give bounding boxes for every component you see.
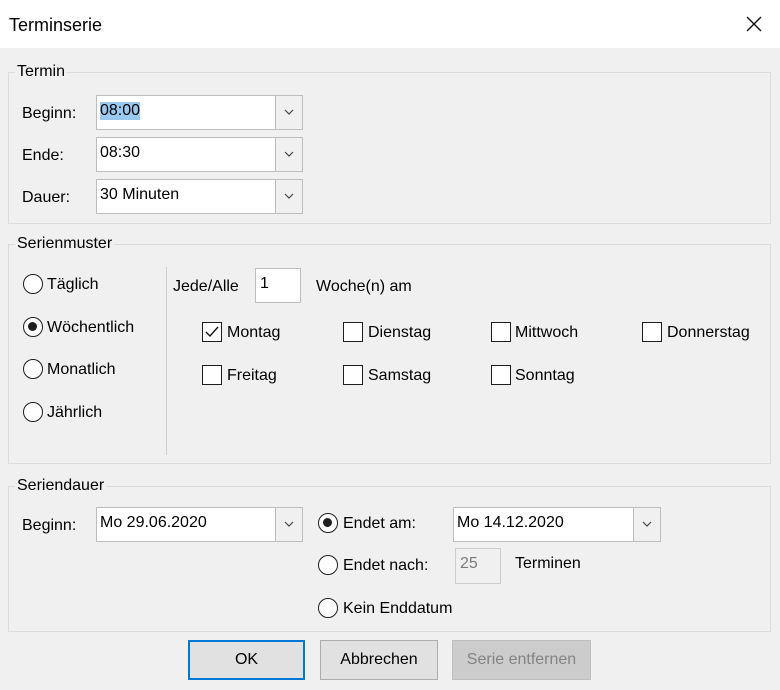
checkbox-sunday-label[interactable]: Sonntag [515, 367, 575, 385]
end-by-date-value[interactable]: Mo 14.12.2020 [457, 514, 564, 532]
end-time-dropdown-button[interactable] [275, 138, 302, 171]
checkbox-tuesday[interactable] [343, 322, 363, 342]
every-label: Jede/Alle [173, 278, 239, 295]
end-after-occurrences-input[interactable]: 25 [455, 548, 501, 584]
termin-group: Termin Beginn: 08:00 Ende: 08:30 Dauer: … [8, 63, 771, 224]
radio-no-end-date[interactable] [318, 598, 338, 618]
start-time-label: Beginn: [22, 105, 77, 122]
range-start-dropdown-button[interactable] [275, 508, 302, 541]
chevron-down-icon [284, 193, 294, 199]
every-input[interactable]: 1 [255, 268, 301, 303]
radio-daily[interactable] [23, 274, 43, 294]
title-bar: Terminserie [0, 0, 780, 48]
checkbox-tuesday-label[interactable]: Dienstag [368, 324, 431, 342]
termin-legend: Termin [15, 63, 68, 81]
checkbox-wednesday-label[interactable]: Mittwoch [515, 324, 578, 342]
range-start-label: Beginn: [22, 517, 77, 534]
chevron-down-icon [284, 151, 294, 157]
checkbox-friday-label[interactable]: Freitag [227, 367, 277, 385]
radio-no-end-date-label[interactable]: Kein Enddatum [343, 600, 452, 618]
chevron-down-icon [284, 521, 294, 527]
weeks-suffix-label: Woche(n) am [316, 278, 412, 295]
radio-end-by-label[interactable]: Endet am: [343, 515, 416, 533]
every-value[interactable]: 1 [260, 275, 269, 293]
close-icon [746, 16, 762, 32]
end-after-occurrences-value[interactable]: 25 [460, 555, 478, 573]
recurrence-pattern-group: Serienmuster Täglich Wöchentlich Monatli… [8, 235, 771, 464]
end-by-date-dropdown-button[interactable] [633, 508, 660, 541]
ok-button[interactable]: OK [188, 640, 305, 680]
close-button[interactable] [738, 8, 770, 40]
radio-end-by[interactable] [318, 513, 338, 533]
occurrences-label: Terminen [515, 555, 581, 572]
recurrence-pattern-legend: Serienmuster [15, 235, 115, 253]
radio-yearly[interactable] [23, 402, 43, 422]
recurrence-range-legend: Seriendauer [15, 477, 107, 495]
checkbox-saturday[interactable] [343, 365, 363, 385]
radio-end-after[interactable] [318, 555, 338, 575]
end-by-date-combo[interactable]: Mo 14.12.2020 [453, 507, 661, 542]
dialog-title: Terminserie [9, 15, 103, 35]
checkbox-sunday[interactable] [491, 365, 511, 385]
checkbox-monday-label[interactable]: Montag [227, 324, 280, 342]
duration-value[interactable]: 30 Minuten [100, 186, 179, 204]
checkbox-thursday-label[interactable]: Donnerstag [667, 324, 750, 342]
end-time-label: Ende: [22, 147, 64, 164]
radio-monthly[interactable] [23, 359, 43, 379]
radio-daily-label[interactable]: Täglich [47, 276, 99, 294]
start-time-combo[interactable]: 08:00 [96, 95, 303, 130]
range-start-combo[interactable]: Mo 29.06.2020 [96, 507, 303, 542]
end-time-value[interactable]: 08:30 [100, 144, 140, 162]
radio-weekly[interactable] [23, 317, 43, 337]
radio-yearly-label[interactable]: Jährlich [47, 404, 102, 422]
checkbox-saturday-label[interactable]: Samstag [368, 367, 431, 385]
chevron-down-icon [642, 521, 652, 527]
chevron-down-icon [284, 109, 294, 115]
pattern-divider [166, 267, 167, 455]
recurrence-range-group: Seriendauer Beginn: Mo 29.06.2020 Endet … [8, 477, 771, 632]
checkmark-icon [205, 326, 219, 338]
radio-weekly-label[interactable]: Wöchentlich [47, 319, 134, 337]
checkbox-monday[interactable] [202, 322, 222, 342]
checkbox-thursday[interactable] [642, 322, 662, 342]
duration-combo[interactable]: 30 Minuten [96, 179, 303, 214]
cancel-button[interactable]: Abbrechen [320, 640, 438, 680]
remove-series-button[interactable]: Serie entfernen [452, 640, 591, 680]
start-time-value[interactable]: 08:00 [100, 102, 141, 120]
radio-monthly-label[interactable]: Monatlich [47, 361, 115, 379]
end-time-combo[interactable]: 08:30 [96, 137, 303, 172]
checkbox-wednesday[interactable] [491, 322, 511, 342]
duration-label: Dauer: [22, 189, 71, 206]
radio-end-after-label[interactable]: Endet nach: [343, 557, 428, 575]
duration-dropdown-button[interactable] [275, 180, 302, 213]
checkbox-friday[interactable] [202, 365, 222, 385]
start-time-dropdown-button[interactable] [275, 96, 302, 129]
range-start-value[interactable]: Mo 29.06.2020 [100, 514, 207, 532]
